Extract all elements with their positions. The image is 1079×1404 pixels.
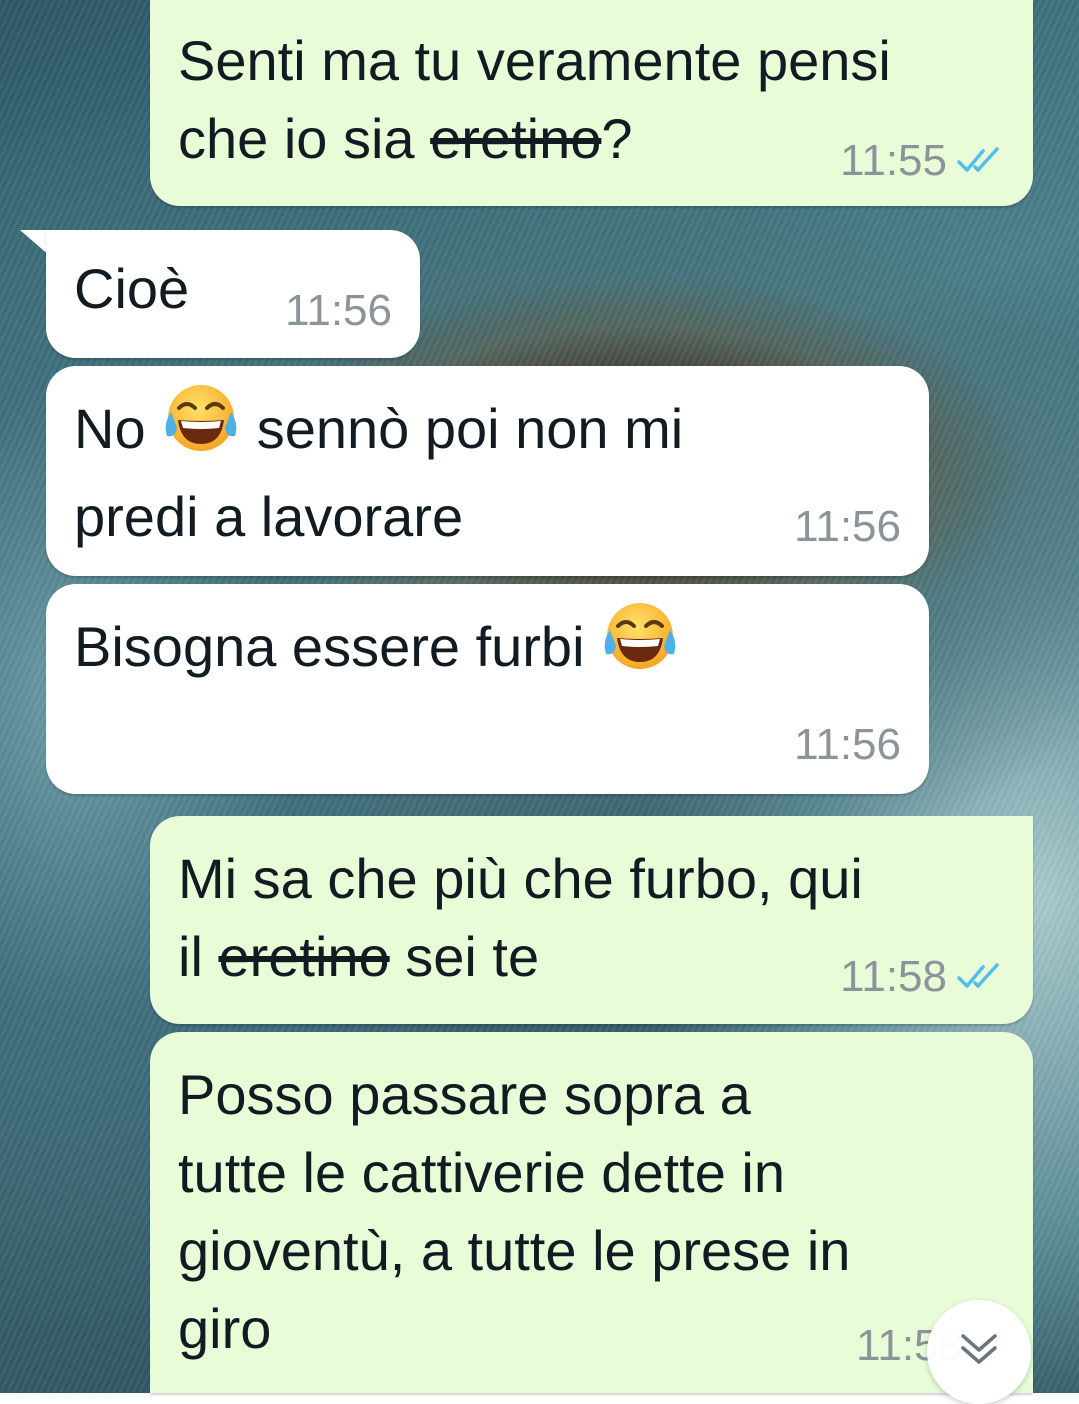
message-bubble-outgoing[interactable]: Senti ma tu veramente pensi che io sia e… (150, 0, 1033, 206)
scroll-to-bottom-button[interactable] (927, 1300, 1031, 1404)
message-meta: 11:55 (840, 136, 1005, 186)
message-time: 11:56 (794, 502, 901, 551)
message-bubble-incoming[interactable]: Cioè 11:56 (46, 230, 420, 358)
face-with-tears-of-joy-icon (161, 378, 241, 478)
read-receipt-icon (957, 136, 1005, 186)
message-bubble-outgoing[interactable]: Mi sa che più che furbo, qui il eretino … (150, 816, 1033, 1024)
double-chevron-down-icon (957, 1330, 1001, 1375)
strikethrough-word: eretino (218, 925, 390, 988)
strikethrough-word: eretino (430, 107, 602, 170)
message-list[interactable]: Senti ma tu veramente pensi che io sia e… (0, 0, 1079, 1404)
face-with-tears-of-joy-icon (600, 596, 680, 696)
message-time: 11:58 (840, 952, 947, 1001)
message-text: Bisogna essere furbi (74, 603, 901, 696)
message-bubble-outgoing[interactable]: Posso passare sopra a tutte le cattiveri… (150, 1032, 1033, 1393)
message-time: 11:56 (794, 720, 901, 769)
message-meta: 11:56 (794, 720, 901, 770)
message-bubble-incoming[interactable]: No sennò poi non mi predi a lavorare 11:… (46, 366, 929, 576)
message-time: 11:56 (285, 286, 392, 335)
message-bubble-incoming[interactable]: Bisogna essere furbi 11:56 (46, 584, 929, 794)
message-meta: 11:56 (794, 502, 901, 552)
message-meta: 11:56 (285, 286, 392, 336)
message-time: 11:55 (840, 136, 947, 185)
read-receipt-icon (957, 952, 1005, 1002)
message-text: No sennò poi non mi predi a lavorare (74, 385, 901, 556)
message-meta: 11:58 (840, 952, 1005, 1002)
